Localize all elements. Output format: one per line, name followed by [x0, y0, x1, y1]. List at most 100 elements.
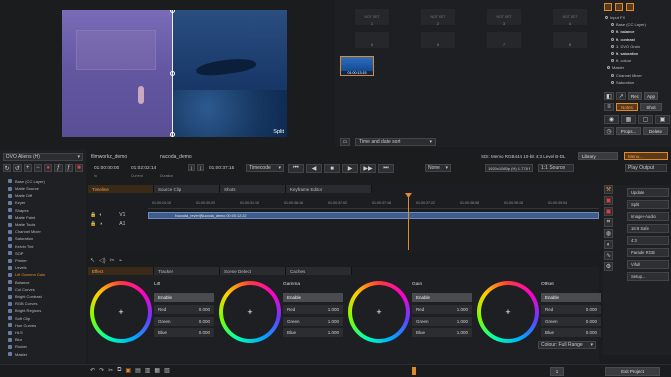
param-value[interactable]: 1.000	[457, 307, 468, 312]
effect-item[interactable]: Bright Contrast	[8, 293, 42, 300]
library-button[interactable]: Library	[578, 152, 618, 160]
param-row[interactable]: Green 0.000	[541, 316, 601, 326]
layer-toggle-icon[interactable]	[611, 44, 614, 48]
undo-icon[interactable]: ↶	[90, 367, 95, 376]
redo-icon[interactable]: ↷	[99, 367, 104, 376]
effect-item[interactable]: Shapes	[8, 207, 29, 214]
folder-icon[interactable]: ▭	[340, 138, 350, 146]
wheel-center-icon[interactable]: +	[90, 281, 152, 343]
tab-timeline[interactable]: Timeline	[88, 185, 154, 193]
param-row[interactable]: Blue 0.000	[541, 328, 601, 337]
effect-item[interactable]: Hue Curves	[8, 322, 36, 329]
camera-icon[interactable]: ◉	[604, 115, 619, 124]
list-icon[interactable]: ≡	[604, 103, 614, 111]
scale-select[interactable]: 1:1 Source	[538, 164, 574, 172]
crop-icon[interactable]: ⌗	[604, 218, 613, 227]
tab-source-clip[interactable]: Source Clip	[154, 185, 220, 193]
time-ruler[interactable]: 01:00:24:10 01:00:30:20 01:00:31:10 01:00:3…	[148, 201, 599, 209]
frame-icon[interactable]: ▢	[638, 115, 653, 124]
notes-tab[interactable]: Notes	[616, 103, 638, 111]
grid-icon[interactable]: ▦	[621, 115, 636, 124]
tab-scene-detect[interactable]: Scene Detect	[220, 267, 286, 275]
brightness-icon[interactable]: ◐	[604, 240, 613, 249]
param-value[interactable]: 1.000	[328, 307, 339, 312]
grade-icon[interactable]: ▣	[125, 367, 131, 376]
param-value[interactable]: 1.000	[328, 319, 339, 324]
enable-button[interactable]: Enable	[154, 293, 214, 302]
split-select[interactable]: Split	[627, 200, 669, 209]
refresh-icon[interactable]: ↻	[3, 164, 12, 172]
param-row[interactable]: Green 1.000	[412, 316, 472, 326]
scope-red2-icon[interactable]: ▣	[604, 207, 613, 216]
param-value[interactable]: 0.000	[199, 330, 210, 335]
param-row[interactable]: Green 0.000	[154, 316, 214, 326]
param-value[interactable]: 1.000	[457, 330, 468, 335]
video-clip[interactable]: Nucoda_reveri|Nucoda_demo 00:00:12:22	[148, 212, 599, 219]
split-handle-mid[interactable]	[170, 71, 175, 76]
gallery-thumbnail[interactable]: 01:00:13:15	[340, 56, 374, 76]
bin-icon[interactable]: ▤	[135, 367, 141, 376]
effect-item[interactable]: Master	[8, 351, 27, 358]
effect-item[interactable]: Balance	[8, 279, 29, 286]
tc-in[interactable]: 01:00:00:00	[94, 166, 119, 171]
layer-add-icon[interactable]	[604, 3, 612, 11]
sort-select[interactable]: Time and date sort ▾	[355, 138, 436, 146]
split-handle-top[interactable]	[170, 10, 175, 13]
layer-toggle-icon[interactable]	[611, 59, 614, 63]
menu-button[interactable]: Menu...	[624, 152, 668, 160]
effect-item[interactable]: Channel Mixer	[8, 228, 41, 235]
goto-end-icon[interactable]: ⏭	[378, 164, 394, 173]
effect-item[interactable]: Matte Tools	[8, 221, 35, 228]
param-value[interactable]: 0.000	[199, 307, 210, 312]
timecode-mode-select[interactable]: Timecode ▾	[246, 164, 284, 172]
layer-item[interactable]: ft. contrast	[605, 36, 669, 43]
layer-delete-icon[interactable]	[626, 3, 634, 11]
update-button[interactable]: Update	[627, 188, 669, 197]
play-icon[interactable]: ▶	[342, 164, 358, 173]
app-tab[interactable]: App	[644, 92, 658, 100]
layer-toggle-icon[interactable]	[611, 80, 614, 84]
aspect-select[interactable]: 4:3	[627, 236, 669, 245]
pointer-icon[interactable]: ↗	[616, 92, 626, 100]
viewer-image[interactable]: Split	[62, 10, 287, 137]
setup-button[interactable]: Setup...	[627, 272, 669, 281]
step-forward-icon[interactable]: ▶▶	[360, 164, 376, 173]
settings-icon[interactable]: ⚙	[604, 262, 613, 271]
palette-icon[interactable]: ◧	[604, 92, 614, 100]
layer-toggle-icon[interactable]	[605, 16, 608, 20]
effect-item[interactable]: Keyer	[8, 200, 25, 207]
effect-item[interactable]: Col Curves	[8, 286, 35, 293]
output-select[interactable]: Play Output	[625, 164, 667, 172]
layer-toggle-icon[interactable]	[611, 23, 614, 27]
effect-item[interactable]: Base (CC Layer)	[8, 178, 45, 185]
effect-item[interactable]: Printer	[8, 257, 27, 264]
fx-icon[interactable]: ƒ	[54, 164, 63, 172]
lock-icon[interactable]: 🔒	[90, 212, 96, 218]
preset-select[interactable]: DVO Aliens (H) ▾	[3, 153, 83, 161]
footer-number-button[interactable]: 1	[550, 367, 564, 376]
param-row[interactable]: Red 0.000	[541, 305, 601, 314]
enable-button[interactable]: Enable	[283, 293, 343, 302]
link-tool-icon[interactable]: ⌁	[119, 257, 123, 265]
param-row[interactable]: Blue 1.000	[283, 328, 343, 337]
effect-item[interactable]: Bright Regions	[8, 308, 41, 315]
shot-tab[interactable]: Shot	[640, 103, 662, 111]
effect-item[interactable]: Soft Clip	[8, 315, 30, 322]
param-row[interactable]: Red 1.000	[283, 305, 343, 314]
wheel-center-icon[interactable]: +	[219, 281, 281, 343]
vifull-select[interactable]: Vifull	[627, 260, 669, 269]
colour-wheel[interactable]: +	[348, 281, 410, 343]
remove-icon[interactable]: −	[33, 164, 42, 172]
slider-icon[interactable]: ▧	[164, 367, 170, 376]
rec-tab[interactable]: Rec	[628, 92, 642, 100]
layer-toggle-icon[interactable]	[611, 30, 614, 34]
param-value[interactable]: 0.000	[586, 319, 597, 324]
layer-toggle-icon[interactable]	[611, 73, 614, 77]
audio-tool-icon[interactable]: ◁)	[99, 257, 106, 265]
layer-item[interactable]: Base (CC Layer)	[605, 21, 669, 28]
enable-button[interactable]: Enable	[541, 293, 601, 302]
layer-item[interactable]: ft. saturation	[605, 50, 669, 57]
wheel-center-icon[interactable]: +	[348, 281, 410, 343]
playhead[interactable]	[408, 195, 409, 250]
tab-effect[interactable]: Effect	[88, 267, 154, 275]
